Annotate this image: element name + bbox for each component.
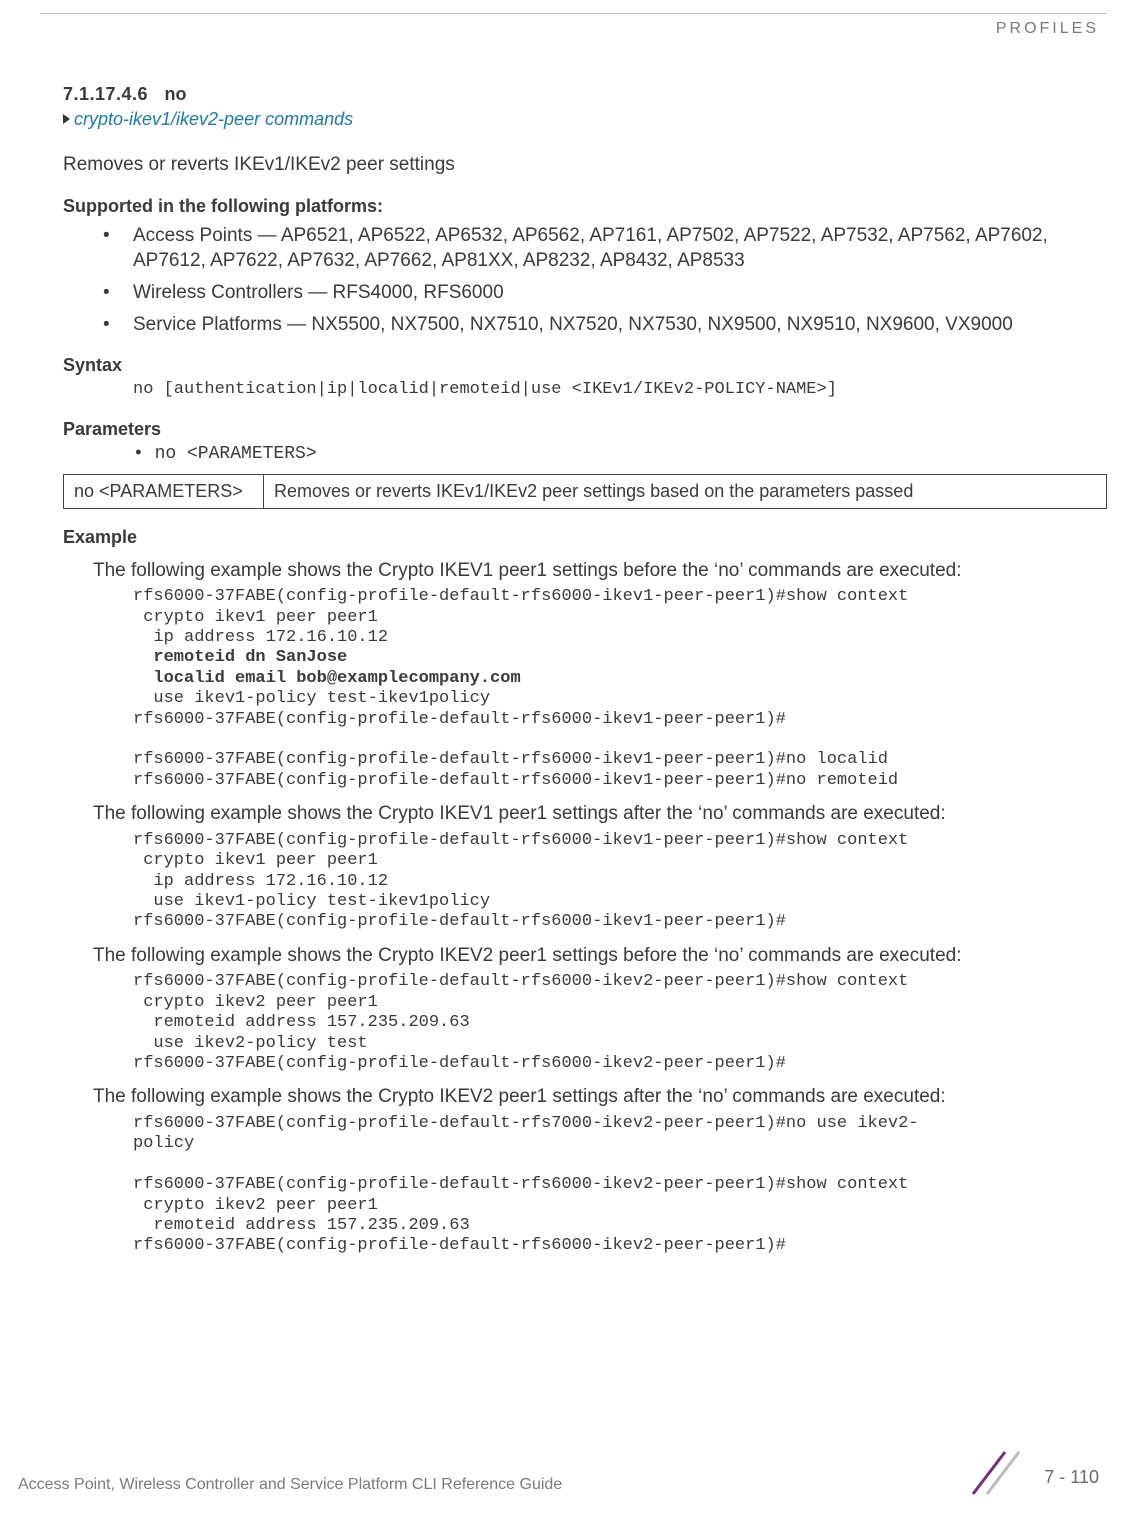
header-category: PROFILES xyxy=(996,20,1099,38)
syntax-heading: Syntax xyxy=(63,355,1107,376)
example-text: The following example shows the Crypto I… xyxy=(93,943,1107,969)
example-heading: Example xyxy=(63,527,1107,548)
page-footer: Access Point, Wireless Controller and Se… xyxy=(0,1476,1125,1494)
page-content: 7.1.17.4.6 no crypto-ikev1/ikev2-peer co… xyxy=(63,84,1107,1257)
section-heading: 7.1.17.4.6 no xyxy=(63,84,1107,105)
pointer-icon xyxy=(63,114,70,124)
example-text: The following example shows the Crypto I… xyxy=(93,558,1107,584)
example-code: use ikev1-policy test-ikev1policy rfs600… xyxy=(133,689,1107,791)
section-number: 7.1.17.4.6 xyxy=(63,84,148,105)
param-name-cell: no <PARAMETERS> xyxy=(64,474,264,508)
list-item: Wireless Controllers — RFS4000, RFS6000 xyxy=(63,280,1107,306)
example-code: rfs6000-37FABE(config-profile-default-rf… xyxy=(133,972,1107,1074)
footer-slash-icon xyxy=(965,1450,1035,1496)
header-rule xyxy=(40,13,1107,14)
parameters-table: no <PARAMETERS> Removes or reverts IKEv1… xyxy=(63,474,1107,509)
section-title: no xyxy=(165,84,187,105)
list-item: Service Platforms — NX5500, NX7500, NX75… xyxy=(63,312,1107,338)
syntax-code: no [authentication|ip|localid|remoteid|u… xyxy=(133,380,1107,400)
example-code-bold: remoteid dn SanJose localid email bob@ex… xyxy=(133,648,1107,689)
example-text: The following example shows the Crypto I… xyxy=(93,1084,1107,1110)
param-desc-cell: Removes or reverts IKEv1/IKEv2 peer sett… xyxy=(264,474,1107,508)
footer-text: Access Point, Wireless Controller and Se… xyxy=(0,1476,562,1493)
parameters-heading: Parameters xyxy=(63,419,1107,440)
example-code: rfs6000-37FABE(config-profile-default-rf… xyxy=(133,587,1107,648)
breadcrumb-text: crypto-ikev1/ikev2-peer commands xyxy=(74,109,353,129)
parameters-line: • no <PARAMETERS> xyxy=(133,444,1107,464)
table-row: no <PARAMETERS> Removes or reverts IKEv1… xyxy=(64,474,1107,508)
page-number: 7 - 110 xyxy=(1044,1467,1099,1488)
breadcrumb[interactable]: crypto-ikev1/ikev2-peer commands xyxy=(63,109,1107,130)
example-text: The following example shows the Crypto I… xyxy=(93,801,1107,827)
example-code: rfs6000-37FABE(config-profile-default-rf… xyxy=(133,1114,1107,1257)
list-item: Access Points — AP6521, AP6522, AP6532, … xyxy=(63,223,1107,274)
example-code: rfs6000-37FABE(config-profile-default-rf… xyxy=(133,831,1107,933)
supported-list: Access Points — AP6521, AP6522, AP6532, … xyxy=(63,223,1107,338)
supported-heading: Supported in the following platforms: xyxy=(63,196,1107,217)
intro-text: Removes or reverts IKEv1/IKEv2 peer sett… xyxy=(63,152,1107,178)
